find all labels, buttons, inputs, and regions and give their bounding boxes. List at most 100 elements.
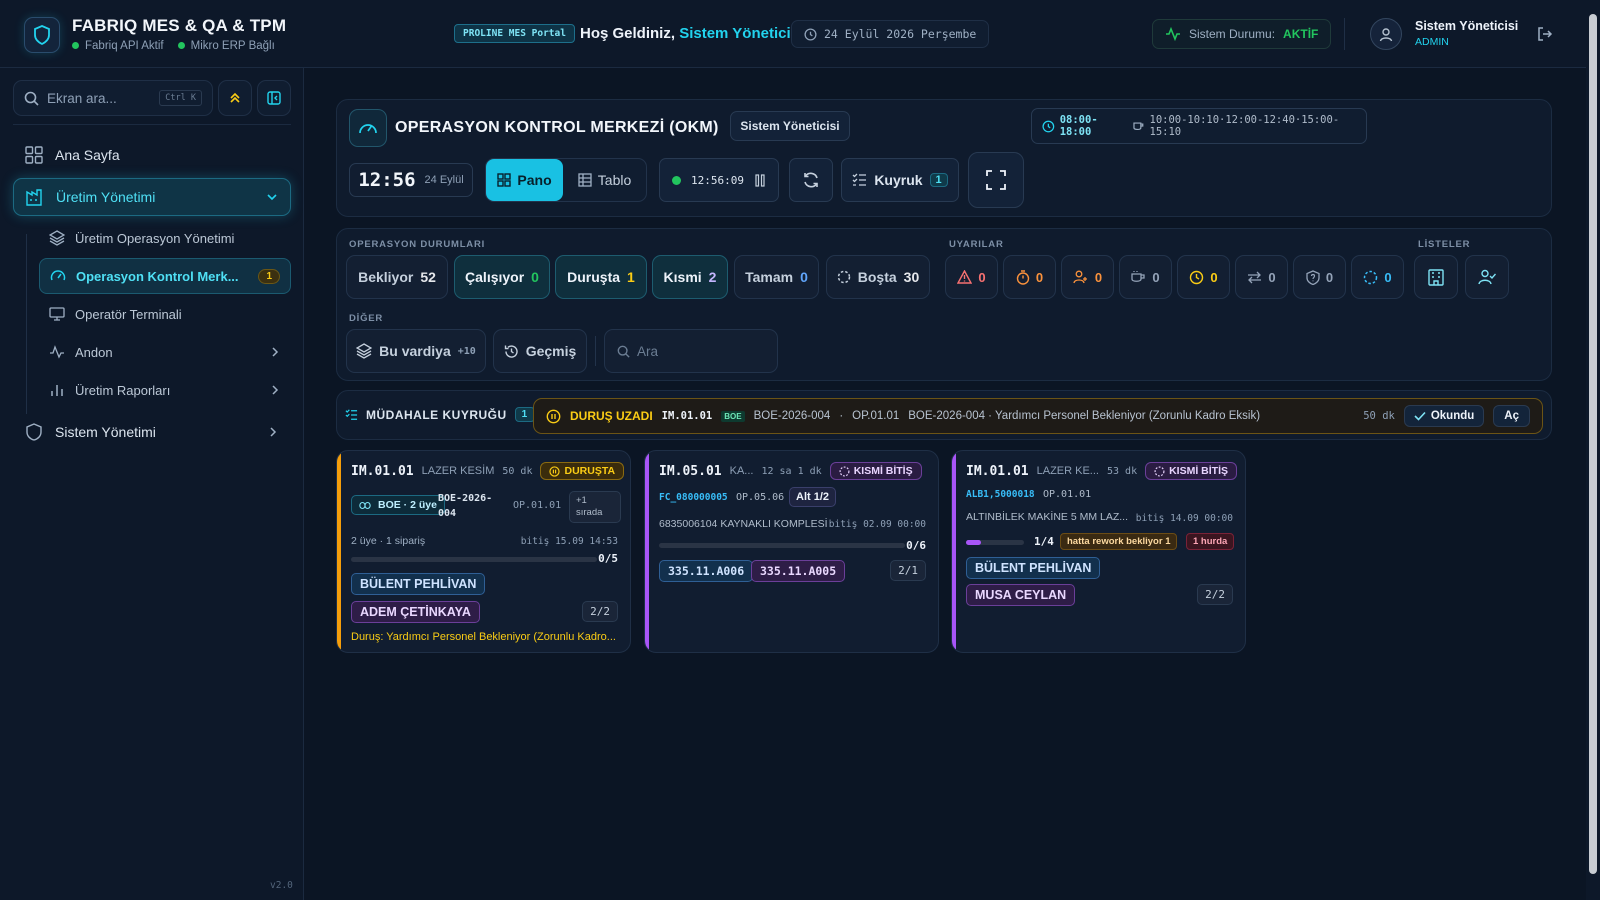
queue-item-description: BOE-2026-004 · Yardımcı Personel Bekleni… (908, 410, 1261, 422)
filter-count: 1 (627, 269, 635, 285)
filter-running[interactable]: Çalışıyor 0 (454, 255, 550, 299)
subnav-label: Üretim Raporları (75, 382, 171, 398)
progress-text: 1/4 (1034, 535, 1054, 548)
operator-tag[interactable]: BÜLENT PEHLİVAN (351, 573, 486, 595)
this-shift-filter[interactable]: Bu vardiya +10 (346, 329, 486, 373)
process-name: LAZER KE... (1036, 465, 1099, 477)
alert-filter-staff[interactable]: 0 (1061, 255, 1114, 299)
filter-label: Kısmi (663, 269, 702, 285)
subnav-item-andon[interactable]: Andon (39, 334, 291, 370)
subnav-label: Operatör Terminali (75, 306, 182, 322)
list-checks-icon (852, 173, 867, 186)
intervention-queue: MÜDAHALE KUYRUĞU 1 DURUŞ UZADI IM.01.01 … (336, 390, 1552, 440)
subnav-label: Üretim Operasyon Yönetimi (75, 230, 235, 246)
app-version: v2.0 (270, 880, 293, 891)
queue-count-badge: 1 (514, 407, 535, 422)
filter-done[interactable]: Tamam 0 (734, 255, 819, 299)
subnav-item-operation-management[interactable]: Üretim Operasyon Yönetimi (39, 220, 291, 256)
alert-filter-late[interactable]: 0 (1177, 255, 1230, 299)
product-code: ALB1,5000018 (966, 489, 1035, 500)
view-pano-button[interactable]: Pano (486, 159, 564, 201)
list-building-button[interactable] (1414, 255, 1458, 299)
operation-card[interactable]: IM.01.01 LAZER KESİM 50 dk DURUŞTA BOE ·… (336, 450, 631, 653)
alt-badge: Alt 1/2 (789, 487, 837, 507)
mark-read-button[interactable]: Okundu (1403, 405, 1485, 427)
history-button[interactable]: Geçmiş (493, 329, 587, 373)
order-number: BOE-2026-004 (438, 493, 493, 519)
alert-filter-pending[interactable]: 0 (1351, 255, 1404, 299)
filter-partial[interactable]: Kısmi 2 (652, 255, 728, 299)
collapse-all-button[interactable] (218, 80, 252, 116)
search-placeholder: Ara (637, 343, 659, 359)
grid-icon (497, 173, 512, 187)
queue-item-type: DURUŞ UZADI (570, 409, 653, 423)
process-name: KA... (729, 465, 754, 477)
system-status-value: AKTİF (1283, 27, 1319, 41)
toggle-sidebar-button[interactable] (257, 80, 291, 116)
queue-item-boe-badge: BOE (721, 410, 745, 422)
operation-card[interactable]: IM.01.01 LAZER KE... 53 dk KISMİ BİTİŞ A… (951, 450, 1246, 653)
nav-item-system-management[interactable]: Sistem Yönetimi (13, 413, 291, 451)
screen-search-input[interactable]: Ekran ara... Ctrl K (13, 80, 213, 116)
erp-status: Mikro ERP Bağlı (177, 40, 275, 52)
filter-idle[interactable]: Boşta 30 (826, 255, 930, 299)
spinner-icon (1364, 270, 1378, 284)
alert-filter-overtime[interactable]: 0 (1003, 255, 1056, 299)
nav-item-label: Sistem Yönetimi (55, 424, 156, 440)
lot-tag[interactable]: 335.11.A005 (751, 560, 846, 582)
pause-icon (755, 173, 765, 187)
refresh-icon (804, 172, 818, 188)
nav-item-production-management[interactable]: Üretim Yönetimi (13, 178, 291, 216)
subnav-item-okm[interactable]: Operasyon Kontrol Merk... 1 (39, 258, 291, 294)
product-name: ALTINBİLEK MAKİNE 5 MM LAZ... (966, 511, 1129, 523)
refresh-button[interactable] (789, 158, 833, 202)
mark-read-label: Okundu (1430, 410, 1475, 422)
queue-button[interactable]: Kuyruk 1 (841, 158, 959, 202)
nav-item-label: Ana Sayfa (55, 147, 120, 163)
filter-waiting[interactable]: Bekliyor 52 (346, 255, 448, 299)
open-button[interactable]: Aç (1493, 405, 1530, 427)
break-times: 10:00-10:10·12:00-12:40·15:00-15:10 (1149, 114, 1340, 138)
status-dot-icon (177, 42, 185, 50)
filter-stopped[interactable]: Duruşta 1 (555, 255, 647, 299)
operator-tag[interactable]: BÜLENT PEHLİVAN (966, 557, 1101, 579)
card-meta: 2 üye · 1 sipariş (351, 535, 426, 547)
card-header: IM.05.01 KA... 12 sa 1 dk KISMİ BİTİŞ (659, 462, 922, 480)
operation-card[interactable]: IM.05.01 KA... 12 sa 1 dk KISMİ BİTİŞ FC… (644, 450, 939, 653)
alert-filter-quality[interactable]: 0 (1293, 255, 1346, 299)
okm-header-panel: OPERASYON KONTROL MERKEZİ (OKM) Sistem Y… (336, 99, 1552, 217)
operator-tag[interactable]: MUSA CEYLAN (966, 584, 1076, 606)
pause-circle-icon (546, 409, 561, 423)
fullscreen-button[interactable] (968, 152, 1024, 208)
duration: 12 sa 1 dk (761, 465, 822, 477)
user-check-icon (1478, 269, 1496, 285)
progress-fill (966, 540, 981, 545)
scrollbar-thumb[interactable] (1589, 14, 1597, 874)
bar-chart-icon (51, 385, 63, 396)
subnav-item-operator-terminal[interactable]: Operatör Terminali (39, 296, 291, 332)
operation-search-input[interactable]: Ara (604, 329, 778, 373)
nav-item-home[interactable]: Ana Sayfa (13, 136, 291, 174)
machine-code: IM.05.01 (659, 463, 722, 479)
page-scrollbar[interactable] (1586, 0, 1600, 900)
view-tablo-button[interactable]: Tablo (563, 159, 646, 201)
status-strip (337, 451, 341, 652)
subnav-item-production-reports[interactable]: Üretim Raporları (39, 372, 291, 408)
logout-icon[interactable] (1536, 25, 1554, 43)
lot-tag[interactable]: 335.11.A006 (659, 560, 754, 582)
list-operators-button[interactable] (1465, 255, 1509, 299)
alert-filter-warning[interactable]: 0 (945, 255, 998, 299)
alert-filter-break[interactable]: 0 (1119, 255, 1172, 299)
welcome-prefix: Hoş Geldiniz, (580, 25, 676, 42)
count-badge: 1 (258, 268, 280, 284)
queue-count-badge: 1 (929, 173, 948, 187)
alert-count: 0 (1268, 269, 1276, 285)
alert-filter-transfer[interactable]: 0 (1235, 255, 1288, 299)
live-refresh-toggle[interactable]: 12:56:09 (659, 158, 779, 202)
queue-label: Kuyruk (874, 172, 923, 188)
queue-item[interactable]: DURUŞ UZADI IM.01.01 BOE BOE-2026-004 · … (533, 398, 1543, 434)
shortcut-hint: Ctrl K (159, 90, 202, 106)
user-avatar-icon[interactable] (1370, 18, 1402, 50)
date-text: 24 Eylül 2026 Perşembe (824, 27, 977, 41)
operator-tag[interactable]: ADEM ÇETİNKAYA (351, 601, 480, 623)
